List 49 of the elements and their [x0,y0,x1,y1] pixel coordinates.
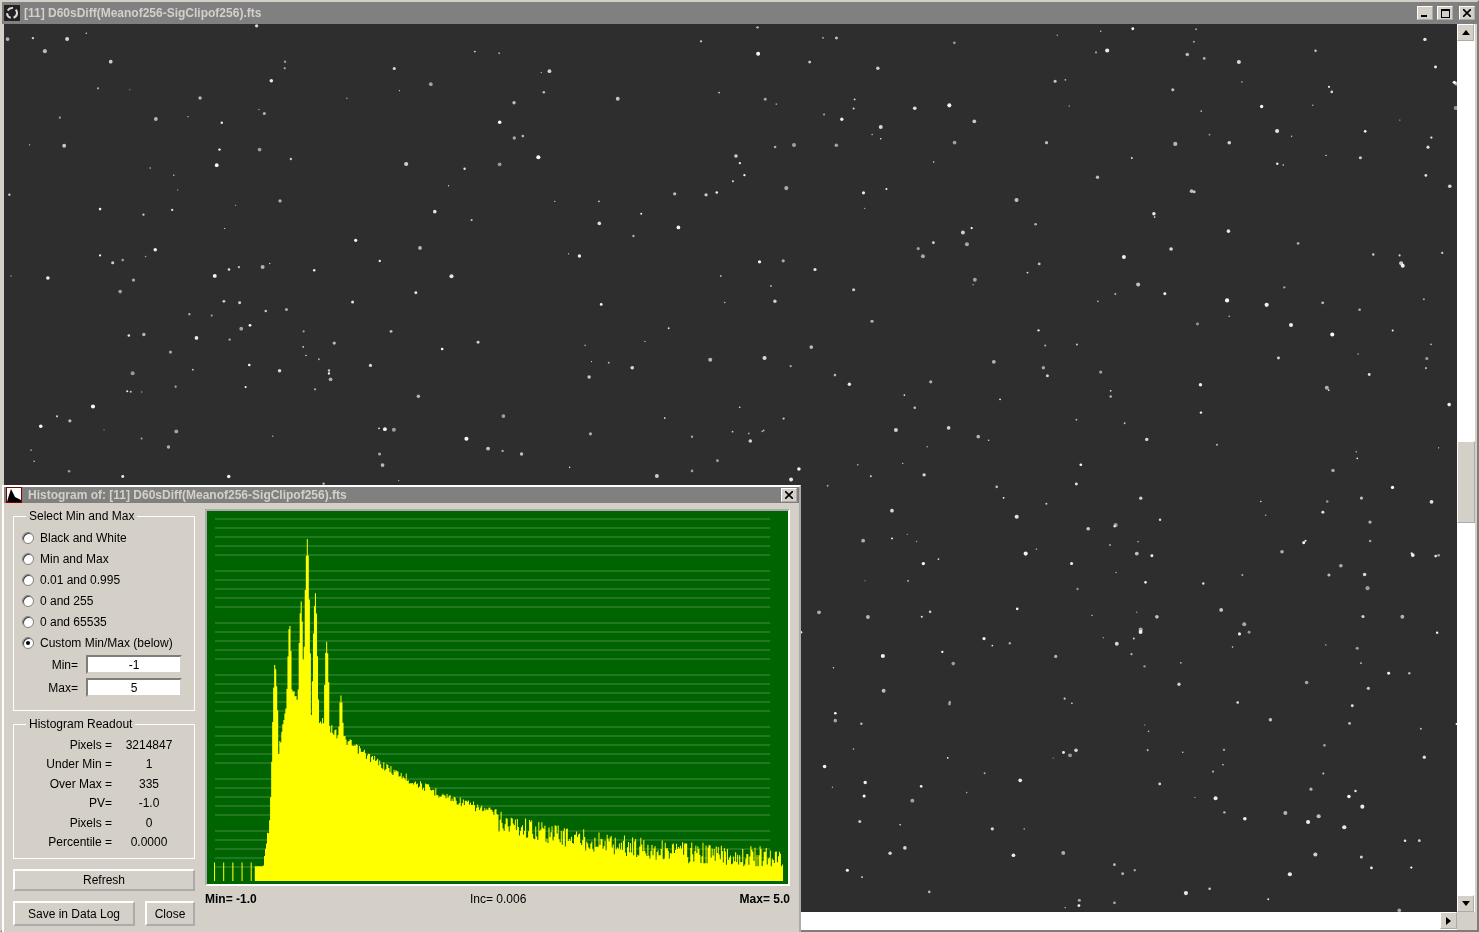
maximize-icon [1440,8,1450,18]
close-button[interactable] [1459,6,1475,20]
field-label: Min= [50,657,79,672]
dialog-title: Histogram of: [11] D60sDiff(Meanof256-SigClipof256).fts [28,488,348,502]
readout-label: Percentile = [47,835,112,850]
readout-value: 1 [144,757,154,772]
group-title: Select Min and Max [28,509,136,523]
input-field[interactable]: -1 [86,655,182,674]
down-arrow-icon [1461,901,1470,906]
readout-value: 335 [138,776,160,791]
scroll-thumb[interactable] [1457,441,1475,523]
close-icon [785,491,793,499]
field-label: Max= [47,680,79,695]
window-title: [11] D60sDiff(Meanof256-SigClipof256).fts [24,6,263,20]
radio-label[interactable]: Min and Max [40,551,109,566]
radio-label[interactable]: 0 and 255 [40,593,94,608]
radio-label[interactable]: 0 and 65535 [40,614,107,629]
vertical-scrollbar[interactable] [1457,24,1475,912]
readout-label: Pixels = [68,815,112,830]
readout-label: PV= [88,796,112,811]
readout-value: 0.0000 [129,835,169,850]
up-arrow-icon [1461,30,1470,35]
input-field[interactable]: 5 [86,678,182,697]
scroll-down-button[interactable] [1457,895,1474,912]
minimize-button[interactable] [1417,6,1433,20]
radio-label[interactable]: 0.01 and 0.995 [40,572,121,587]
app-icon [4,5,20,21]
refresh-button[interactable]: Refresh [13,869,195,891]
radio-label[interactable]: Custom Min/Max (below) [40,635,173,650]
scroll-up-button[interactable] [1457,24,1474,41]
close-icon [1463,9,1471,17]
readout-value: -1.0 [137,796,161,811]
readout-label: Pixels = [68,737,112,752]
group-title: Histogram Readout [28,717,134,731]
readout-label: Over Max = [48,776,112,791]
readout-label: Under Min = [45,757,112,772]
radio-button[interactable] [22,573,34,586]
close-dialog-button[interactable]: Close [145,901,195,926]
maximize-button[interactable] [1437,6,1453,20]
chart-max-label: Max= 5.0 [739,892,790,906]
readout-value: 0 [144,815,154,830]
radio-label[interactable]: Black and White [40,530,127,545]
chart-min-label: Min= -1.0 [205,892,257,906]
close-button[interactable] [781,488,797,502]
readout-value: 3214847 [124,737,174,752]
save-in-data-log-button[interactable]: Save in Data Log [13,901,135,926]
right-arrow-icon [1446,916,1451,925]
chart-increment-label: Inc= 0.006 [469,892,527,906]
scroll-right-button[interactable] [1440,912,1457,929]
